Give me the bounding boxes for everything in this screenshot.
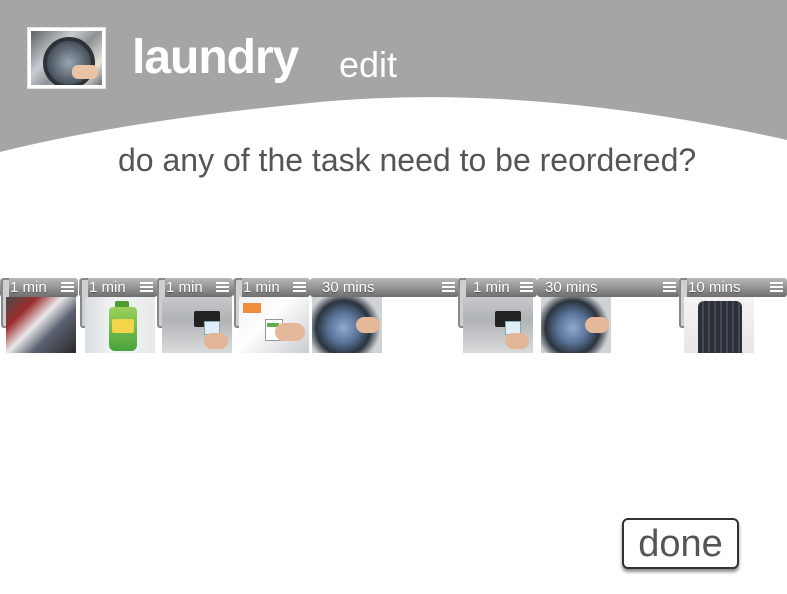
task-item[interactable]: 30 mins [310,278,459,356]
drag-handle-icon[interactable] [770,282,783,293]
drag-handle-icon[interactable] [663,282,676,293]
task-image-laundry-pile [6,297,76,353]
task-duration: 30 mins [545,279,598,296]
task-image-washing-drum [541,297,611,353]
task-image-folded-shirt [684,297,754,353]
drag-handle-icon[interactable] [140,282,153,293]
task-duration: 1 min [243,279,280,296]
task-item[interactable]: 1 min [233,278,310,356]
task-duration: 1 min [166,279,203,296]
task-timeline: 1 min 1 min 1 min 1 min 30 mins 1 min 30… [0,278,787,358]
task-image-machine-card-slot [463,297,533,353]
task-item[interactable]: 1 min [457,278,537,356]
drag-handle-icon[interactable] [293,282,306,293]
task-item[interactable]: 10 mins [678,278,787,356]
task-duration: 1 min [10,279,47,296]
task-duration: 30 mins [322,279,375,296]
laundry-photo-icon [27,27,106,89]
page-subtitle: edit [339,44,398,85]
task-item[interactable]: 1 min [79,278,157,356]
task-image-machine-card-slot [162,297,232,353]
task-duration: 1 min [473,279,510,296]
page-title: laundry [132,31,299,84]
task-item[interactable]: 1 min [0,278,78,356]
task-image-card-insert [239,297,309,353]
task-item[interactable]: 1 min [156,278,233,356]
task-duration: 1 min [89,279,126,296]
done-button[interactable]: done [622,518,739,569]
drag-handle-icon[interactable] [61,282,74,293]
drag-handle-icon[interactable] [442,282,455,293]
reorder-question: do any of the task need to be reordered? [118,142,697,178]
drag-handle-icon[interactable] [520,282,533,293]
drag-handle-icon[interactable] [216,282,229,293]
task-duration: 10 mins [688,279,741,296]
task-image-detergent-bottle [85,297,155,353]
task-item[interactable]: 30 mins [537,278,680,356]
task-image-washing-drum [312,297,382,353]
